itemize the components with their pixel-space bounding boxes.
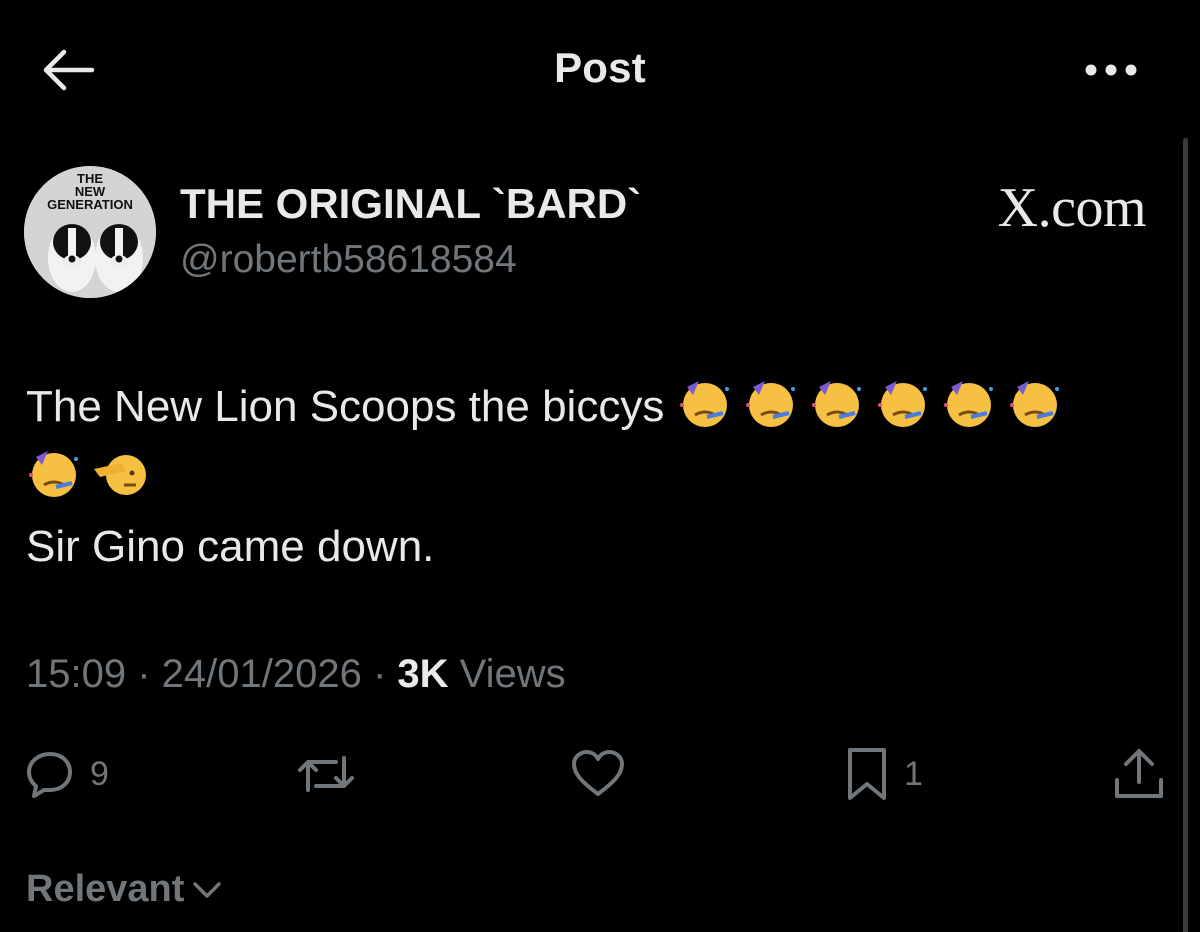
partying-face-emoji — [941, 375, 997, 431]
saluting-face-emoji — [92, 445, 148, 501]
post-text-main: The New Lion Scoops the biccys — [26, 382, 677, 431]
avatar[interactable]: THE NEW GENERATION — [24, 166, 156, 298]
post-text-line3: Sir Gino came down. — [26, 522, 435, 571]
reply-icon — [27, 752, 72, 798]
meta-separator: · — [126, 652, 162, 696]
post-text-line2 — [26, 442, 1176, 512]
avatar-text-line3: GENERATION — [47, 197, 133, 212]
post-page: Post THE NEW GENERATION THE ORIGINAL `BA… — [0, 0, 1200, 932]
watermark: X.com — [997, 177, 1147, 239]
author-handle[interactable]: @robertb58618584 — [180, 238, 517, 282]
more-options-button[interactable] — [1082, 58, 1140, 82]
sort-toggle[interactable]: Relevant — [26, 868, 222, 911]
post-date: 24/01/2026 — [161, 652, 362, 696]
partying-face-emoji — [26, 445, 82, 501]
post-text-line1: The New Lion Scoops the biccys — [26, 372, 1176, 442]
post-time: 15:09 — [26, 652, 127, 696]
views-label[interactable]: Views — [449, 652, 566, 696]
chevron-down-icon — [193, 881, 222, 898]
partying-face-emoji — [1007, 375, 1063, 431]
meta-separator: · — [361, 652, 398, 696]
scrollbar[interactable] — [1183, 138, 1188, 932]
views-count[interactable]: 3K — [397, 652, 448, 696]
reply-count: 9 — [90, 754, 109, 793]
partying-face-emoji — [809, 375, 865, 431]
partying-face-emoji — [743, 375, 799, 431]
share-icon — [1115, 749, 1163, 798]
repost-button[interactable] — [296, 746, 356, 802]
reply-button[interactable]: 9 — [24, 746, 109, 802]
like-button[interactable] — [570, 746, 626, 802]
more-horizontal-icon — [1085, 64, 1137, 76]
post-text: The New Lion Scoops the biccys Sir Gino … — [26, 372, 1176, 582]
partying-face-emoji — [875, 375, 931, 431]
bookmark-count: 1 — [904, 754, 923, 793]
emoji-row — [677, 381, 1073, 431]
page-title: Post — [554, 44, 646, 91]
bookmark-icon — [848, 748, 886, 800]
sort-label: Relevant — [26, 868, 185, 910]
repost-icon — [298, 756, 354, 792]
post-meta: 15:09 · 24/01/2026 · 3K Views — [26, 652, 566, 697]
partying-face-emoji — [677, 375, 733, 431]
heart-icon — [572, 750, 624, 796]
author-name[interactable]: THE ORIGINAL `BARD` — [180, 180, 641, 228]
share-button[interactable] — [1112, 746, 1166, 802]
bookmark-button[interactable]: 1 — [844, 746, 923, 802]
